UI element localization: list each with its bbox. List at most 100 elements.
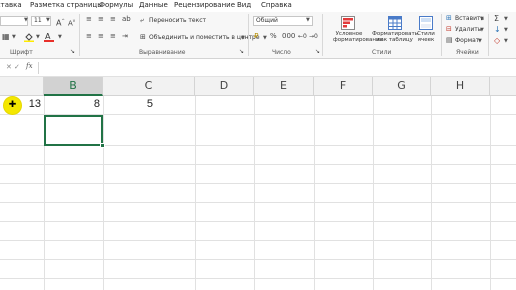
column-header-i[interactable] [490,77,516,95]
cell-b1[interactable]: 8 [44,96,100,112]
formula-bar: ✕ ✓ fx [0,59,516,77]
align-bottom-icon[interactable]: ≡ [110,15,116,24]
formula-input[interactable] [38,62,516,74]
group-separator [488,14,489,56]
chevron-down-icon[interactable]: ▼ [504,38,508,44]
chevron-down-icon[interactable]: ▼ [504,16,508,22]
font-shrink-icon[interactable]: Av [68,16,75,28]
grid-line [373,96,374,290]
chevron-down-icon[interactable]: ▼ [46,17,50,23]
chevron-down-icon[interactable]: ▼ [24,17,28,23]
column-header-f[interactable]: F [314,77,373,95]
chevron-down-icon[interactable]: ▼ [263,35,267,41]
dialog-launcher-icon[interactable]: ↘ [315,47,320,56]
fill-color-icon[interactable] [24,32,34,42]
orientation-icon[interactable]: ab [122,15,131,24]
font-grow-icon[interactable]: A^ [56,16,65,28]
thousands-icon[interactable]: 000 [282,32,295,41]
number-format-value: Общий [256,17,278,24]
column-header-a[interactable] [0,77,44,95]
grid-line [0,221,516,222]
grid-line [0,240,516,241]
column-header-c[interactable]: C [103,77,195,95]
column-header-e[interactable]: E [254,77,314,95]
group-label-cells: Ячейки [456,49,479,56]
group-label-styles: Стили [372,49,392,56]
chevron-down-icon[interactable]: ▼ [306,17,310,23]
column-header-b[interactable]: B [44,77,103,96]
chevron-down-icon[interactable]: ▼ [241,35,245,41]
cell-styles-button[interactable]: Стили ячеек [414,31,438,43]
merge-icon: ⊞ [140,33,146,41]
tab-formulas[interactable]: Формулы [99,1,133,9]
column-header-d[interactable]: D [195,77,254,95]
group-separator [441,14,442,56]
chevron-down-icon[interactable]: ▼ [36,34,40,40]
tab-page-layout[interactable]: Разметка страницы [30,1,103,9]
tab-data[interactable]: Данные [139,1,168,9]
chevron-down-icon[interactable]: ▼ [504,27,508,33]
chevron-down-icon[interactable]: ▼ [480,27,484,33]
font-size-value: 11 [34,17,42,24]
increase-decimal-icon[interactable]: ←0 [298,32,307,41]
decrease-decimal-icon[interactable]: →0 [309,32,318,41]
group-label-font: Шрифт [10,49,33,56]
format-cells-icon: ▤ [446,36,453,44]
conditional-formatting-icon[interactable] [341,15,355,30]
borders-icon[interactable]: ▦ [2,32,10,41]
autosum-icon[interactable]: Σ [494,14,499,23]
format-as-table-icon[interactable] [388,15,402,30]
cell-styles-icon[interactable] [419,15,433,30]
grid-line [195,96,196,290]
insert-cells-icon: ⊞ [446,14,452,22]
cell-c1[interactable]: 5 [103,96,153,112]
chevron-down-icon[interactable]: ▼ [58,34,62,40]
format-cells-button[interactable]: Формат [455,37,479,44]
dialog-launcher-icon[interactable]: ↘ [239,47,244,56]
cross-cursor-icon: ✚ [8,100,17,110]
fill-icon[interactable]: ↓ [494,25,501,34]
chevron-down-icon[interactable]: ▼ [480,16,484,22]
column-header-g[interactable]: G [373,77,431,95]
cancel-icon[interactable]: ✕ [6,63,12,72]
tab-help[interactable]: Справка [261,1,292,9]
grid-line [314,96,315,290]
chevron-down-icon[interactable]: ▼ [12,34,16,40]
ribbon: ▼ 11 ▼ A^ Av ▦ ▼ ▼ A ▼ Шрифт ↘ ≡ ≡ ≡ ab … [0,12,516,59]
grid-line [490,96,491,290]
group-separator [79,14,80,56]
group-separator [248,14,249,56]
percent-icon[interactable]: % [270,32,277,41]
column-header-h[interactable]: H [431,77,490,95]
align-top-icon[interactable]: ≡ [86,15,92,24]
align-middle-icon[interactable]: ≡ [98,15,104,24]
insert-function-button[interactable]: fx [26,62,33,71]
tab-insert[interactable]: Вставка [0,1,22,9]
format-as-table-button[interactable]: Форматировать как таблицу [372,31,418,43]
delete-cells-icon: ⊟ [446,25,452,33]
delete-cells-button[interactable]: Удалить [455,26,481,33]
align-left-icon[interactable]: ≡ [86,32,92,41]
grid-line [0,202,516,203]
font-color-icon[interactable]: A [44,31,54,44]
confirm-icon[interactable]: ✓ [14,63,20,72]
fill-handle[interactable] [100,143,105,148]
grid-line [431,96,432,290]
ribbon-tabs: Вставка Разметка страницы Формулы Данные… [0,0,516,12]
chevron-down-icon[interactable]: ▼ [478,38,482,44]
grid-line [0,259,516,260]
number-format-select[interactable]: Общий [253,16,313,26]
dialog-launcher-icon[interactable]: ↘ [70,47,75,56]
group-label-alignment: Выравнивание [139,49,186,56]
indent-icon[interactable]: ⇥ [122,32,128,41]
wrap-text-button[interactable]: Переносить текст [149,17,206,24]
conditional-formatting-button[interactable]: Условное форматирование [333,31,383,43]
tab-review[interactable]: Рецензирование [174,1,235,9]
tab-view[interactable]: Вид [237,1,251,9]
selected-cell-b2[interactable] [44,115,103,146]
clear-icon[interactable]: ◇ [494,36,500,45]
grid-line [0,164,516,165]
currency-icon[interactable]: ₽ [254,32,258,41]
align-center-icon[interactable]: ≡ [98,32,104,41]
align-right-icon[interactable]: ≡ [110,32,116,41]
